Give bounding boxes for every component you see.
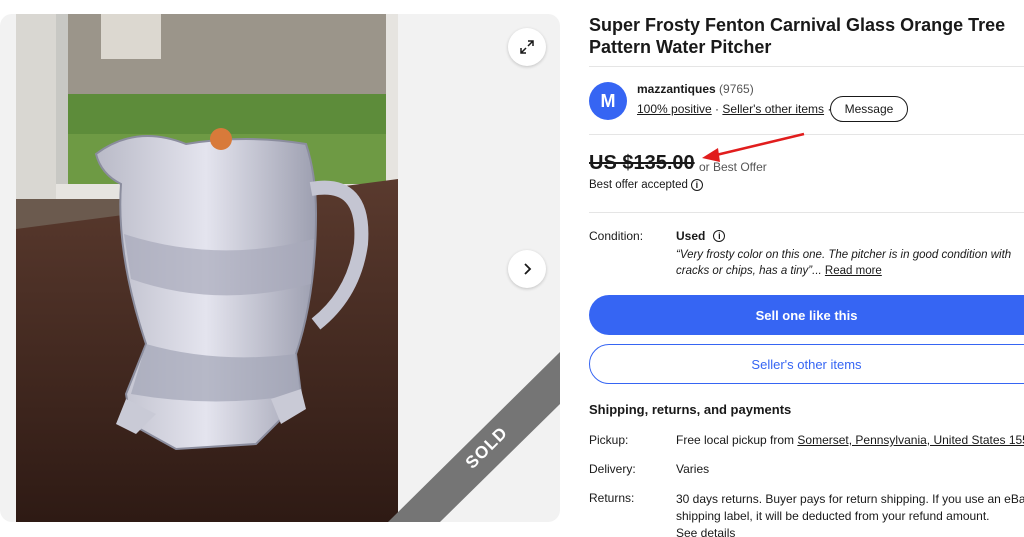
item-info: Super Frosty Fenton Carnival Glass Orang… (589, 0, 1024, 537)
pickup-label: Pickup: (589, 433, 629, 447)
see-details-link[interactable]: See details (676, 525, 1024, 537)
condition-quote: “Very frosty color on this one. The pitc… (676, 247, 1024, 279)
delivery-value: Varies (676, 462, 710, 476)
condition-text: Used (676, 229, 706, 243)
seller-name[interactable]: mazzantiques (637, 82, 716, 96)
seller-links: 100% positive · Seller's other items · (637, 102, 831, 116)
chevron-right-icon (524, 263, 532, 275)
returns-value: 30 days returns. Buyer pays for return s… (676, 491, 1024, 537)
divider (589, 66, 1024, 67)
item-photo[interactable] (16, 14, 398, 522)
returns-line-2: shipping label, it will be deducted from… (676, 509, 990, 523)
item-price: US $135.00 (589, 152, 695, 174)
ellipsis: ... (812, 265, 825, 277)
info-icon[interactable]: i (690, 179, 703, 191)
shipping-section-title: Shipping, returns, and payments (589, 402, 792, 417)
sold-label: SOLD (461, 422, 512, 473)
seller-positive-link[interactable]: 100% positive (637, 102, 712, 116)
listing-page: SOLD Super Frosty Fenton Carnival Glass … (0, 0, 1024, 537)
returns-label: Returns: (589, 491, 635, 505)
sellers-other-items-button[interactable]: Seller's other items (589, 344, 1024, 384)
seller-feedback-count: (9765) (719, 82, 754, 96)
seller-other-items-link[interactable]: Seller's other items (722, 102, 824, 116)
seller-name-line: mazzantiques (9765) (637, 82, 754, 96)
offer-status-text: Best offer accepted (589, 179, 688, 191)
seller-avatar[interactable]: M (589, 82, 627, 120)
expand-button[interactable] (508, 28, 546, 66)
delivery-label: Delivery: (589, 462, 636, 476)
pickup-location-link[interactable]: Somerset, Pennsylvania, United States 15… (797, 433, 1024, 447)
info-icon[interactable]: i (713, 230, 726, 242)
pickup-value: Free local pickup from Somerset, Pennsyl… (676, 433, 1024, 447)
image-gallery: SOLD (0, 14, 560, 522)
item-title: Super Frosty Fenton Carnival Glass Orang… (589, 15, 1006, 57)
message-button[interactable]: Message (830, 96, 908, 122)
quote-line-2: cracks or chips, has a tiny”... Read mor… (676, 263, 1024, 279)
condition-value: Used i (676, 229, 726, 243)
quote-text: cracks or chips, has a tiny” (676, 265, 813, 277)
next-image-button[interactable] (508, 250, 546, 288)
returns-line-1: 30 days returns. Buyer pays for return s… (676, 492, 1024, 506)
separator: · (711, 102, 723, 116)
offer-status: Best offer accepted i (589, 179, 703, 191)
sell-one-like-this-button[interactable]: Sell one like this (589, 295, 1024, 335)
read-more-link[interactable]: Read more (825, 265, 882, 277)
pitcher-image (16, 14, 398, 522)
expand-icon (520, 40, 534, 54)
divider (589, 134, 1024, 135)
condition-label: Condition: (589, 229, 644, 243)
pickup-prefix: Free local pickup from (676, 433, 798, 447)
divider (589, 212, 1024, 213)
quote-line-1: “Very frosty color on this one. The pitc… (676, 249, 1012, 261)
best-offer-label: or Best Offer (699, 160, 767, 174)
